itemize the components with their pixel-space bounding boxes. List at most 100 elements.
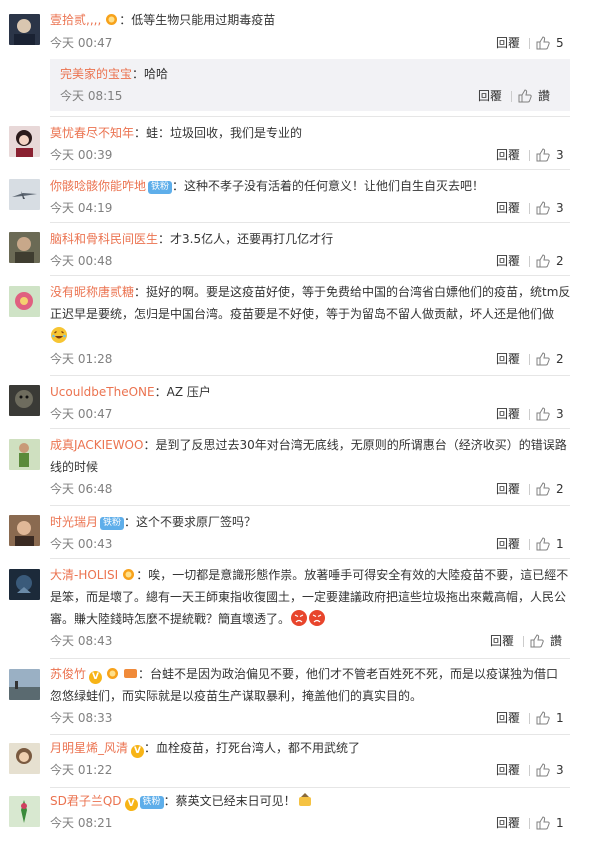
divider	[529, 203, 530, 214]
username[interactable]: 大清-HOLISI	[50, 568, 118, 582]
timestamp: 今天 08:43	[50, 634, 113, 648]
fan-badge: 铁粉	[148, 181, 173, 194]
thumbs-up-icon	[536, 201, 550, 215]
thumbs-up-icon	[518, 89, 532, 103]
like-count: 5	[556, 36, 564, 50]
username[interactable]: 你骸唸骸你能咋地	[50, 179, 146, 193]
timestamp: 今天 01:22	[50, 763, 113, 777]
divider	[529, 818, 530, 829]
reply-button[interactable]: 回覆	[496, 145, 520, 165]
comment-item: UcouldbeTheONE：AZ 压户 今天 00:47 回覆 3	[0, 376, 594, 429]
username[interactable]: 脑科和骨科民间医生	[50, 232, 158, 246]
like-count: 3	[556, 201, 564, 215]
divider	[529, 354, 530, 365]
medal-icon	[107, 668, 119, 679]
reply-button[interactable]: 回覆	[496, 479, 520, 499]
reply-button[interactable]: 回覆	[496, 760, 520, 780]
timestamp: 今天 04:19	[50, 201, 113, 215]
avatar[interactable]	[9, 286, 40, 317]
like-count: 2	[556, 352, 564, 366]
avatar[interactable]	[9, 796, 40, 827]
thumbs-up-icon	[536, 711, 550, 725]
reply-button[interactable]: 回覆	[496, 349, 520, 369]
like-count: 2	[556, 254, 564, 268]
comment-text: ：这种不孝子没有活着的任何意义！让他们自生自灭去吧！	[172, 179, 485, 193]
reply-button[interactable]: 回覆	[490, 631, 514, 651]
username[interactable]: 时光瑞月	[50, 515, 98, 529]
comment-item: 成真JACKIEWOO：是到了反思过去30年对台湾无底线，无原则的所谓惠台（经济…	[0, 429, 594, 506]
like-label: 讚	[550, 634, 563, 648]
username[interactable]: UcouldbeTheONE	[50, 385, 155, 399]
reply-button[interactable]: 回覆	[496, 251, 520, 271]
medal-icon	[123, 569, 135, 580]
verified-v-icon: V	[131, 745, 145, 758]
divider	[529, 38, 530, 49]
reply-button[interactable]: 回覆	[496, 534, 520, 554]
like-count: 3	[556, 407, 564, 421]
comment-text: ：AZ 压户	[154, 385, 211, 399]
thumbs-up-icon	[530, 634, 544, 648]
comment-text-line: 正迟早是要统，怎归是中国台湾。疫苗要是不好使，等于为留岛不留人做贡献，坏人还是他…	[50, 307, 555, 321]
thumbs-up-icon	[536, 816, 550, 830]
avatar[interactable]	[9, 179, 40, 210]
username[interactable]: SD君子兰QD	[50, 794, 122, 808]
comment-text-line: 忽悠绿蛙们，而实际就是以疫苗生产谋取暴利，掩盖他们的真实目的。	[50, 689, 423, 703]
reply-button[interactable]: 回覆	[496, 33, 520, 53]
comment-item: 月明星烯_风清 V ：血栓疫苗，打死台湾人，都不用武统了 今天 01:22 回覆 3	[0, 735, 594, 788]
username[interactable]: 成真JACKIEWOO	[50, 438, 143, 452]
comment-item: 脑科和骨科民间医生：才3.5亿人，还要再打几亿才行 今天 00:48 回覆 2	[0, 223, 594, 276]
like-label: 讚	[538, 89, 551, 103]
like-count: 1	[556, 537, 564, 551]
divider	[511, 91, 512, 102]
comment-item: 苏俊竹 V ：台蛙不是因为政治偏见不要，他们才不管老百姓死不死，而是以疫谋独为借口 …	[0, 659, 594, 735]
reply-button[interactable]: 回覆	[496, 708, 520, 728]
avatar[interactable]	[9, 14, 40, 45]
username[interactable]: 壹拾贰,,,,	[50, 13, 101, 27]
comment-item: 大清-HOLISI ：唉，一切都是意識形態作祟。放著唾手可得安全有效的大陸疫苗不要…	[0, 559, 594, 659]
comment-item: 你骸唸骸你能咋地 铁粉 ：这种不孝子没有活着的任何意义！让他们自生自灭去吧！ 今天 …	[0, 170, 594, 223]
avatar[interactable]	[9, 669, 40, 700]
comment-item: 没有昵称唐贰糖：挺好的啊。要是这疫苗好使，等于免费给中国的台湾省白嫖他们的疫苗，…	[0, 276, 594, 376]
reply-button[interactable]: 回覆	[478, 86, 502, 106]
avatar[interactable]	[9, 232, 40, 263]
comment-item: 时光瑞月 铁粉 ：这个不要求原厂签吗？ 今天 00:43 回覆 1	[0, 506, 594, 559]
reply-button[interactable]: 回覆	[496, 198, 520, 218]
like-count: 3	[556, 763, 564, 777]
timestamp: 今天 08:33	[50, 711, 113, 725]
avatar[interactable]	[9, 743, 40, 774]
timestamp: 今天 00:43	[50, 537, 113, 551]
avatar[interactable]	[9, 385, 40, 416]
divider	[529, 484, 530, 495]
thumbs-up-icon	[536, 352, 550, 366]
thumbs-up-icon	[536, 537, 550, 551]
username[interactable]: 没有昵称唐贰糖	[50, 285, 134, 299]
laughing-emoji-icon	[51, 327, 67, 343]
avatar[interactable]	[9, 515, 40, 546]
comment-text: ：低等生物只能用过期毒疫苗	[119, 13, 276, 27]
comment-item: 莫忧春尽不知年：蛙：垃圾回收，我们是专业的 今天 00:39 回覆 3	[0, 117, 594, 170]
emoji-icon	[298, 793, 311, 806]
avatar[interactable]	[9, 569, 40, 600]
comment-feed: 壹拾贰,,,, ：低等生物只能用过期毒疫苗 今天 00:47 回覆 5 完美家的宝…	[0, 0, 594, 844]
divider	[529, 713, 530, 724]
thumbs-up-icon	[536, 36, 550, 50]
avatar[interactable]	[9, 439, 40, 470]
verified-v-icon: V	[124, 798, 138, 811]
username[interactable]: 苏俊竹	[50, 667, 86, 681]
timestamp: 今天 00:39	[50, 148, 113, 162]
comment-text: ：蛙：垃圾回收，我们是专业的	[134, 126, 303, 140]
reply-button[interactable]: 回覆	[496, 813, 520, 833]
username[interactable]: 莫忧春尽不知年	[50, 126, 134, 140]
comment-item: SD君子兰QD V 铁粉 ：蔡英文已经末日可见！ 今天 08:21 回覆 1	[0, 788, 594, 844]
comment-item: 壹拾贰,,,, ：低等生物只能用过期毒疫苗 今天 00:47 回覆 5 完美家的宝…	[0, 0, 594, 117]
username[interactable]: 完美家的宝宝	[60, 67, 132, 81]
like-count: 1	[556, 711, 564, 725]
timestamp: 今天 08:15	[60, 89, 123, 103]
medal-icon	[124, 669, 138, 678]
comment-text-line: 线的时候	[50, 460, 99, 474]
avatar[interactable]	[9, 126, 40, 157]
reply-button[interactable]: 回覆	[496, 404, 520, 424]
username[interactable]: 月明星烯_风清	[50, 741, 128, 755]
thumbs-up-icon	[536, 254, 550, 268]
comment-text: ：挺好的啊。要是这疫苗好使，等于免费给中国的台湾省白嫖他们的疫苗，统tm反	[134, 285, 571, 299]
